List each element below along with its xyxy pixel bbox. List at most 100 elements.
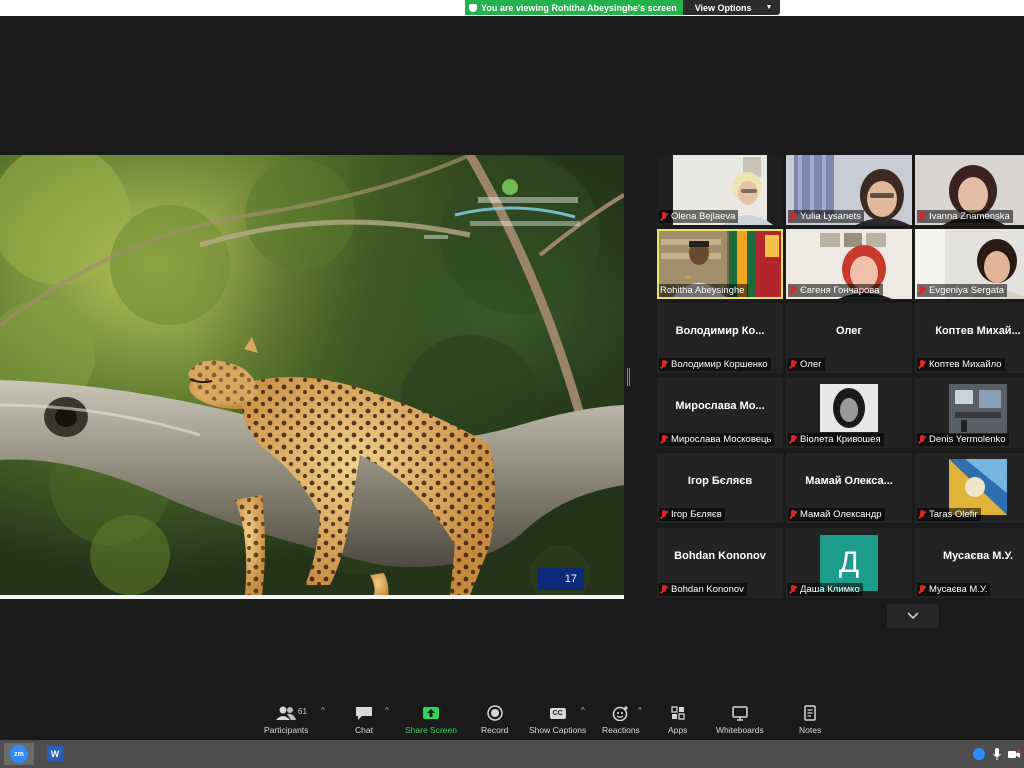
notes-label: Notes xyxy=(799,725,822,735)
record-button[interactable]: Record xyxy=(481,704,508,735)
participant-name: Євгеня Гончарова xyxy=(788,284,883,297)
whiteboard-icon xyxy=(732,706,748,721)
participant-display-name: Bohdan Kononov xyxy=(674,550,766,562)
chat-options-caret[interactable]: ^ xyxy=(385,706,389,715)
captions-icon: CC xyxy=(549,707,566,719)
view-options-button[interactable]: View Options ▼ xyxy=(682,0,781,15)
chevron-down-icon: ▼ xyxy=(765,4,773,11)
participant-display-name: Мамай Олекса... xyxy=(805,475,893,487)
muted-mic-icon xyxy=(918,211,926,222)
muted-mic-icon xyxy=(789,211,797,222)
video-tile[interactable]: Ivanna Znamenska xyxy=(915,155,1024,225)
resize-handle[interactable] xyxy=(627,368,630,386)
photo-tile[interactable]: Denis Yermolenko xyxy=(915,378,1024,448)
participant-name: Evgeniya Sergata xyxy=(917,284,1007,297)
name-tile[interactable]: Bohdan Kononov Bohdan Kononov xyxy=(657,528,783,598)
participant-name: Ivanna Znamenska xyxy=(917,210,1013,223)
apps-label: Apps xyxy=(668,725,688,735)
participant-name: Taras Olefir xyxy=(917,508,981,521)
record-icon xyxy=(486,705,503,721)
video-tile[interactable]: Evgeniya Sergata xyxy=(915,229,1024,299)
avatar-tile[interactable]: Д Даша Климко xyxy=(786,528,912,598)
participant-name: Даша Климко xyxy=(788,583,863,596)
leopard-photo xyxy=(0,155,624,599)
record-label: Record xyxy=(481,725,509,735)
shared-screen xyxy=(0,155,624,599)
gallery-next-page-button[interactable] xyxy=(887,604,939,628)
camera-icon xyxy=(1008,749,1020,758)
participant-name: Denis Yermolenko xyxy=(917,433,1009,446)
participant-name: Віолета Кривошея xyxy=(788,433,884,446)
name-tile[interactable]: Коптев Михай... Коптев Михайло xyxy=(915,303,1024,373)
muted-mic-icon xyxy=(918,509,926,520)
participant-display-name: Мирослава Мо... xyxy=(675,400,765,412)
whiteboards-button[interactable]: Whiteboards xyxy=(716,704,764,735)
name-tile[interactable]: Ігор Бєляєв Ігор Бєляєв xyxy=(657,453,783,523)
notes-button[interactable]: Notes xyxy=(799,704,821,735)
name-tile[interactable]: Олег Олег xyxy=(786,303,912,373)
participant-name: Ігор Бєляєв xyxy=(659,508,725,521)
chat-button[interactable]: Chat xyxy=(355,704,373,735)
shield-icon xyxy=(469,3,477,12)
video-tile[interactable]: Yulia Lysanets xyxy=(786,155,912,225)
muted-mic-icon xyxy=(918,434,926,445)
show-captions-label: Show Captions xyxy=(529,725,587,735)
tray-zoom-icon xyxy=(973,748,985,760)
video-tile[interactable]: Євгеня Гончарова xyxy=(786,229,912,299)
viewing-message: You are viewing Rohitha Abeysinghe's scr… xyxy=(465,0,683,15)
photo-tile[interactable]: Віолета Кривошея xyxy=(786,378,912,448)
participant-display-name: Коптев Михай... xyxy=(935,325,1021,337)
muted-mic-icon xyxy=(660,211,668,222)
reactions-button[interactable]: Reactions xyxy=(602,704,640,735)
video-tile[interactable]: Olena Bejlaeva xyxy=(657,155,783,225)
muted-mic-icon xyxy=(789,509,797,520)
name-tile[interactable]: Мамай Олекса... Мамай Олександр xyxy=(786,453,912,523)
viewing-text: You are viewing Rohitha Abeysinghe's scr… xyxy=(481,2,677,13)
photo-tile[interactable]: Taras Olefir xyxy=(915,453,1024,523)
share-screen-icon xyxy=(422,707,439,719)
participants-options-caret[interactable]: ^ xyxy=(321,706,325,715)
participants-count: 61 xyxy=(298,707,307,716)
participant-name: Bohdan Kononov xyxy=(659,583,747,596)
zoom-app-icon: zm xyxy=(10,745,28,763)
show-captions-button[interactable]: CC Show Captions xyxy=(529,704,586,735)
muted-mic-icon xyxy=(660,434,668,445)
muted-mic-icon xyxy=(660,509,668,520)
meeting-toolbar: Participants 61 ^ Chat ^ Share Screen Re… xyxy=(0,700,1024,740)
zoom-taskbar-button[interactable]: zm xyxy=(4,743,34,765)
viewing-banner: You are viewing Rohitha Abeysinghe's scr… xyxy=(465,0,781,15)
muted-mic-icon xyxy=(918,359,926,370)
captions-options-caret[interactable]: ^ xyxy=(581,706,585,715)
participant-name: Коптев Михайло xyxy=(917,358,1005,371)
participants-icon xyxy=(276,706,297,720)
chevron-down-icon xyxy=(907,612,919,620)
share-screen-button[interactable]: Share Screen xyxy=(405,704,457,735)
muted-mic-icon xyxy=(789,584,797,595)
reactions-options-caret[interactable]: ^ xyxy=(638,706,642,715)
tray-zoom-button[interactable] xyxy=(970,743,988,765)
word-app-icon: W xyxy=(47,746,63,762)
participant-name: Мамай Олександр xyxy=(788,508,885,521)
name-tile[interactable]: Володимир Ко... Володимир Коршенко xyxy=(657,303,783,373)
chat-label: Chat xyxy=(355,725,373,735)
participant-name: Володимир Коршенко xyxy=(659,358,771,371)
muted-mic-icon xyxy=(789,434,797,445)
participant-name: Олег xyxy=(788,358,825,371)
os-taskbar: zm W xyxy=(0,740,1024,768)
participant-display-name: Олег xyxy=(836,325,862,337)
reactions-icon xyxy=(612,706,628,721)
slide-number: 17 xyxy=(538,568,584,590)
video-tile-active-speaker[interactable]: Rohitha Abeysinghe xyxy=(657,229,783,299)
name-tile[interactable]: Мирослава Мо... Мирослава Московець xyxy=(657,378,783,448)
muted-mic-icon xyxy=(918,285,926,296)
participant-name: Мирослава Московець xyxy=(659,433,775,446)
name-tile[interactable]: Мусаєва М.У. Мусаєва М.У. xyxy=(915,528,1024,598)
apps-icon xyxy=(671,706,685,720)
tray-mic-button[interactable] xyxy=(990,743,1004,765)
muted-mic-icon xyxy=(789,359,797,370)
word-taskbar-button[interactable]: W xyxy=(40,743,70,765)
apps-button[interactable]: Apps xyxy=(668,704,687,735)
tray-camera-button[interactable] xyxy=(1006,743,1022,765)
participant-display-name: Володимир Ко... xyxy=(675,325,765,337)
share-screen-label: Share Screen xyxy=(405,725,457,735)
